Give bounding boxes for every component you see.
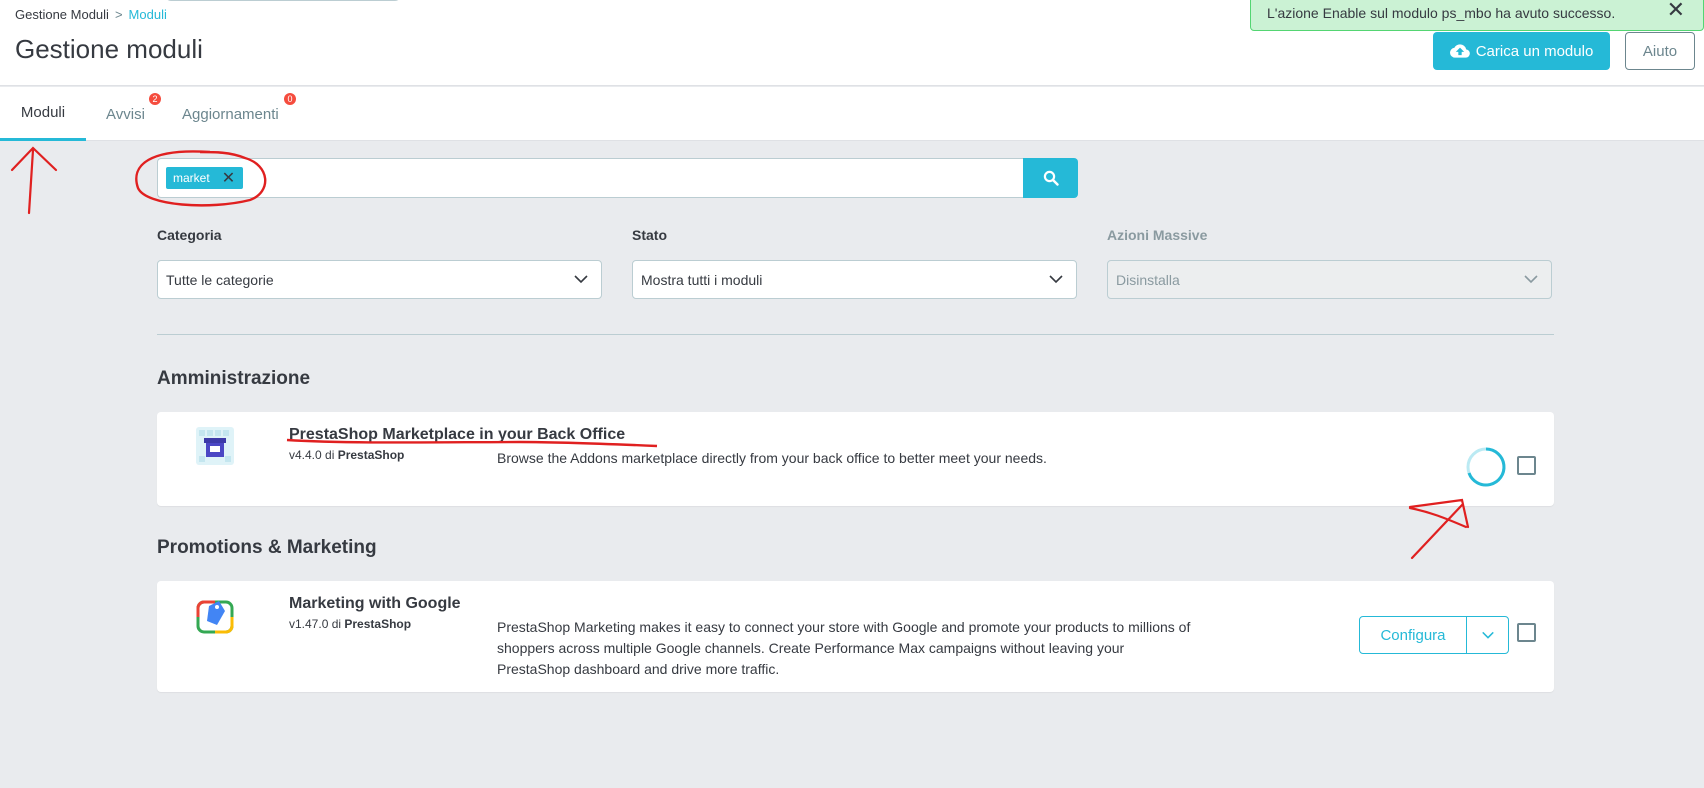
search-tag-label: market (173, 171, 210, 185)
notification-badge: 0 (284, 93, 296, 105)
category-title: Amministrazione (157, 368, 311, 389)
bulk-actions-value: Disinstalla (1116, 272, 1180, 288)
chevron-down-icon (574, 275, 588, 284)
configure-button-group: Configura (1359, 616, 1509, 654)
help-button[interactable]: Aiuto (1625, 32, 1695, 70)
module-select-checkbox[interactable] (1517, 456, 1536, 475)
tab-label: Avvisi (106, 105, 145, 123)
configure-button[interactable]: Configura (1360, 617, 1467, 653)
chevron-down-icon (1049, 275, 1063, 284)
module-version-number: v1.47.0 di (289, 617, 345, 631)
search-button[interactable] (1023, 158, 1078, 198)
bulk-actions-label: Azioni Massive (1107, 227, 1208, 243)
more-actions-dropdown[interactable] (1467, 617, 1508, 653)
status-select[interactable]: Mostra tutti i moduli (632, 260, 1077, 299)
tab-label: Moduli (20, 104, 66, 121)
breadcrumb: Gestione Moduli > Moduli (15, 7, 167, 22)
status-filter-label: Stato (632, 227, 667, 243)
search-tag: market ✕ (166, 167, 244, 189)
bulk-actions-select: Disinstalla (1107, 260, 1552, 299)
category-select[interactable]: Tutte le categorie (157, 260, 602, 299)
chevron-down-icon (1481, 631, 1494, 639)
module-card: PrestaShop Marketplace in your Back Offi… (157, 412, 1554, 506)
success-alert: L'azione Enable sul modulo ps_mbo ha avu… (1250, 0, 1704, 31)
breadcrumb-current[interactable]: Moduli (129, 7, 167, 22)
tab-label: Aggiornamenti (182, 105, 279, 123)
google-marketing-logo-icon (196, 600, 234, 634)
upload-module-label: Carica un modulo (1475, 42, 1594, 60)
breadcrumb-parent[interactable]: Gestione Moduli (15, 7, 109, 22)
tab-aggiornamenti[interactable]: Aggiornamenti 0 (162, 87, 299, 141)
marketplace-logo-icon (196, 427, 234, 465)
category-title: Promotions & Marketing (157, 537, 377, 558)
module-author: PrestaShop (337, 448, 405, 462)
category-select-value: Tutte le categorie (166, 272, 274, 288)
tab-avvisi[interactable]: Avvisi 2 (86, 87, 165, 141)
upload-module-button[interactable]: Carica un modulo (1433, 32, 1610, 70)
module-card: Marketing with Google v1.47.0 di PrestaS… (157, 581, 1554, 692)
search-bar-edge (165, 0, 401, 1)
loading-spinner-icon (1466, 447, 1506, 487)
module-version: v1.47.0 di PrestaShop (289, 617, 411, 631)
module-search-input[interactable]: market ✕ (157, 158, 1023, 198)
close-icon[interactable]: ✕ (1667, 0, 1685, 21)
module-name: Marketing with Google (289, 595, 461, 612)
divider (157, 334, 1554, 335)
module-name: PrestaShop Marketplace in your Back Offi… (289, 426, 626, 443)
module-description: PrestaShop Marketing makes it easy to co… (497, 619, 1191, 677)
category-filter-label: Categoria (157, 227, 222, 243)
breadcrumb-separator: > (114, 7, 123, 22)
page-title: Gestione moduli (15, 34, 203, 64)
module-description: Browse the Addons marketplace directly f… (497, 450, 1047, 466)
remove-tag-icon[interactable]: ✕ (222, 168, 235, 188)
module-version-number: v4.4.0 di (289, 448, 338, 462)
status-select-value: Mostra tutti i moduli (641, 272, 763, 288)
cloud-upload-icon (1449, 44, 1470, 58)
module-version: v4.4.0 di PrestaShop (289, 448, 404, 462)
chevron-down-icon (1524, 275, 1538, 284)
search-icon (1043, 170, 1059, 186)
module-select-checkbox[interactable] (1517, 623, 1536, 642)
alert-message: L'azione Enable sul modulo ps_mbo ha avu… (1267, 5, 1616, 21)
tab-moduli[interactable]: Moduli (0, 87, 86, 141)
tab-bar: Moduli Avvisi 2 Aggiornamenti 0 (0, 87, 1704, 141)
module-author: PrestaShop (344, 617, 412, 631)
notification-badge: 2 (149, 93, 161, 105)
